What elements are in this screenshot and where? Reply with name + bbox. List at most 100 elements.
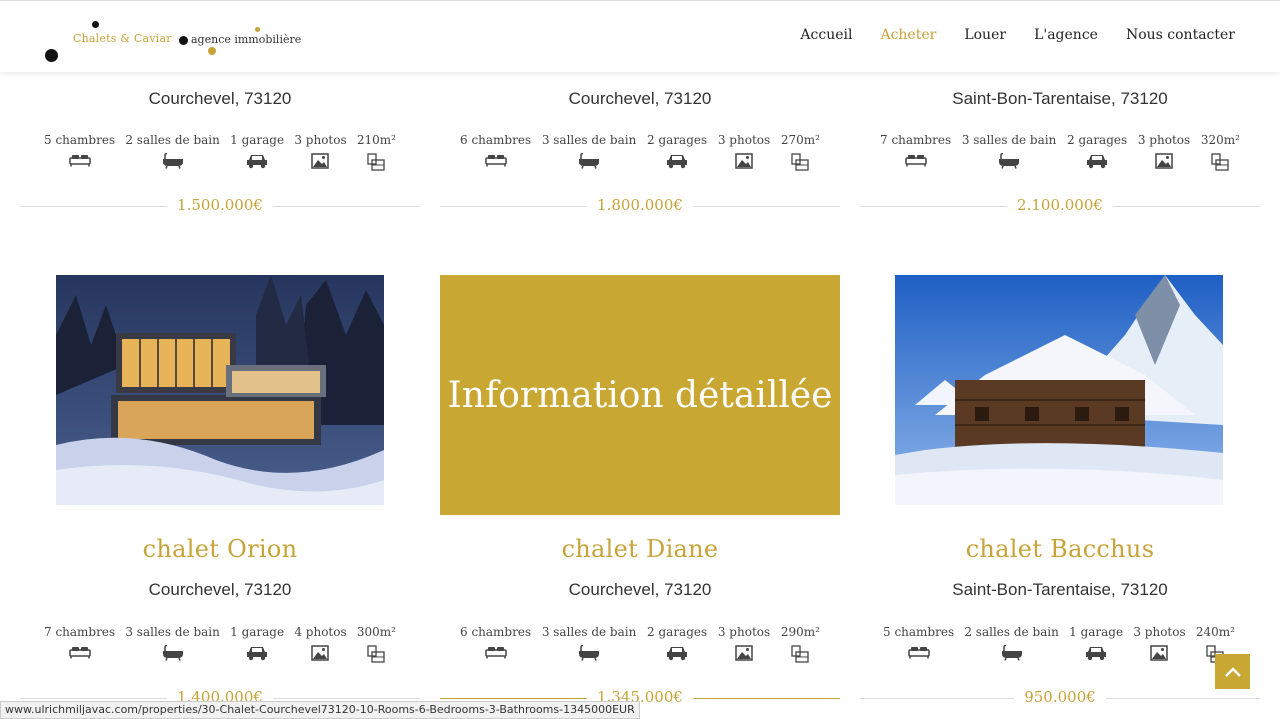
feature-item: 290m²	[781, 625, 820, 663]
feature-item: 2 garages	[647, 625, 707, 663]
feature-label: 3 photos	[717, 625, 771, 639]
photo-icon	[311, 153, 330, 169]
listing-features: 5 chambres 2 salles de bain 1 garage 3 phot…	[883, 625, 1235, 663]
feature-label: 7 chambres	[44, 625, 116, 639]
listing-title[interactable]: chalet Bacchus	[860, 535, 1260, 563]
feature-item: 2 salles de bain	[964, 625, 1059, 663]
feature-label: 3 photos	[1137, 133, 1191, 147]
feature-item: 7 chambres	[44, 625, 115, 663]
feature-label: 290m²	[780, 625, 820, 639]
floorplan-icon	[367, 153, 386, 171]
listing-features: 7 chambres 3 salles de bain 1 garage 4 phot…	[44, 625, 396, 663]
listing-location: Saint-Bon-Tarentaise, 73120	[952, 580, 1168, 599]
arrow-up-icon	[1224, 666, 1241, 677]
photo-icon	[735, 153, 753, 169]
feature-label: 320m²	[1200, 133, 1240, 147]
feature-label: 3 photos	[294, 133, 347, 147]
feature-item: 2 salles de bain	[125, 133, 220, 171]
feature-item: 300m²	[357, 625, 396, 663]
car-icon	[246, 645, 268, 661]
house-photo	[56, 275, 384, 505]
car-icon	[666, 645, 688, 661]
logo-dot-black-mid	[179, 36, 188, 45]
logo-brand: Chalets & Caviar	[73, 32, 172, 45]
feature-item: 6 chambres	[460, 133, 531, 171]
feature-label: 240m²	[1195, 625, 1235, 639]
feature-label: 3 salles de bain	[541, 625, 637, 639]
car-icon	[246, 153, 268, 169]
logo-tagline: agence immobilière	[191, 33, 302, 46]
scroll-top-button[interactable]	[1215, 654, 1250, 689]
listing-photo-bacchus[interactable]	[895, 275, 1223, 505]
feature-item: 5 chambres	[44, 133, 115, 171]
photo-icon	[311, 645, 330, 661]
info-overlay-diane[interactable]: Information détaillée	[440, 275, 840, 515]
listing-price: 2.100.000€	[1007, 196, 1113, 214]
feature-item: 3 photos	[1138, 133, 1190, 171]
feature-label: 5 chambres	[883, 625, 955, 639]
feature-label: 270m²	[780, 133, 820, 147]
feature-item: 320m²	[1201, 133, 1240, 171]
bathtub-icon	[1000, 645, 1024, 661]
feature-item: 3 salles de bain	[541, 133, 637, 171]
feature-item: 1 garage	[230, 625, 284, 663]
feature-label: 1 garage	[1069, 625, 1124, 639]
feature-label: 3 salles de bain	[961, 133, 1057, 147]
feature-item: 3 salles de bain	[961, 133, 1057, 171]
floorplan-icon	[367, 645, 386, 663]
listing-title[interactable]: chalet Orion	[20, 535, 420, 563]
bathtub-icon	[161, 153, 185, 169]
feature-label: 1 garage	[230, 133, 285, 147]
nav-louer[interactable]: Louer	[964, 27, 1006, 43]
feature-item: 3 photos	[294, 133, 347, 171]
feature-item: 3 salles de bain	[125, 625, 220, 663]
feature-label: 3 photos	[1133, 625, 1186, 639]
feature-label: 6 chambres	[460, 133, 532, 147]
logo[interactable]: Chalets & Caviar agence immobilière	[42, 17, 312, 65]
logo-dot-black-small	[92, 21, 99, 28]
listing-price-row: 1.800.000€	[440, 196, 840, 216]
feature-label: 7 chambres	[880, 133, 952, 147]
feature-item: 3 photos	[1133, 625, 1186, 663]
feature-label: 5 chambres	[44, 133, 116, 147]
photo-icon	[1155, 153, 1173, 169]
listing-photo-orion[interactable]	[56, 275, 384, 505]
feature-label: 3 photos	[717, 133, 771, 147]
feature-label: 300m²	[356, 625, 396, 639]
car-icon	[1085, 645, 1107, 661]
listing-price-row: 2.100.000€	[860, 196, 1260, 216]
bed-icon	[68, 153, 91, 167]
listing-price-row: 950.000€	[860, 688, 1260, 708]
feature-item: 3 photos	[718, 133, 770, 171]
listing-features: 6 chambres 3 salles de bain 2 garages 3 pho…	[460, 133, 820, 171]
feature-label: 3 salles de bain	[541, 133, 637, 147]
info-overlay-text: Information détaillée	[447, 374, 833, 416]
listing-price: 1.800.000€	[587, 196, 693, 214]
nav-acheter[interactable]: Acheter	[880, 27, 936, 43]
nav-accueil[interactable]: Accueil	[800, 27, 852, 43]
listing-location: Courchevel, 73120	[148, 580, 292, 599]
floorplan-icon	[791, 153, 810, 171]
bed-icon	[907, 645, 930, 659]
nav-contact[interactable]: Nous contacter	[1126, 27, 1235, 43]
feature-item: 2 garages	[647, 133, 707, 171]
logo-dot-black-large	[45, 49, 58, 62]
listing-location: Courchevel, 73120	[568, 580, 712, 599]
car-icon	[1086, 153, 1108, 169]
feature-item: 5 chambres	[883, 625, 954, 663]
browser-status-url: www.ulrichmiljavac.com/properties/30-Cha…	[0, 701, 640, 719]
feature-label: 1 garage	[230, 625, 285, 639]
bathtub-icon	[997, 153, 1021, 169]
listing-features: 5 chambres 2 salles de bain 1 garage 3 phot…	[44, 133, 396, 171]
bathtub-icon	[577, 153, 601, 169]
nav-agence[interactable]: L'agence	[1034, 27, 1098, 43]
listing-features: 6 chambres 3 salles de bain 2 garages 3 pho…	[460, 625, 820, 663]
floorplan-icon	[791, 645, 810, 663]
feature-item: 2 garages	[1067, 133, 1127, 171]
feature-label: 3 salles de bain	[125, 625, 220, 639]
feature-item: 4 photos	[294, 625, 347, 663]
car-icon	[666, 153, 688, 169]
main-nav: Accueil Acheter Louer L'agence Nous cont…	[800, 27, 1235, 43]
feature-label: 2 garages	[1067, 133, 1128, 147]
listing-title[interactable]: chalet Diane	[440, 535, 840, 563]
